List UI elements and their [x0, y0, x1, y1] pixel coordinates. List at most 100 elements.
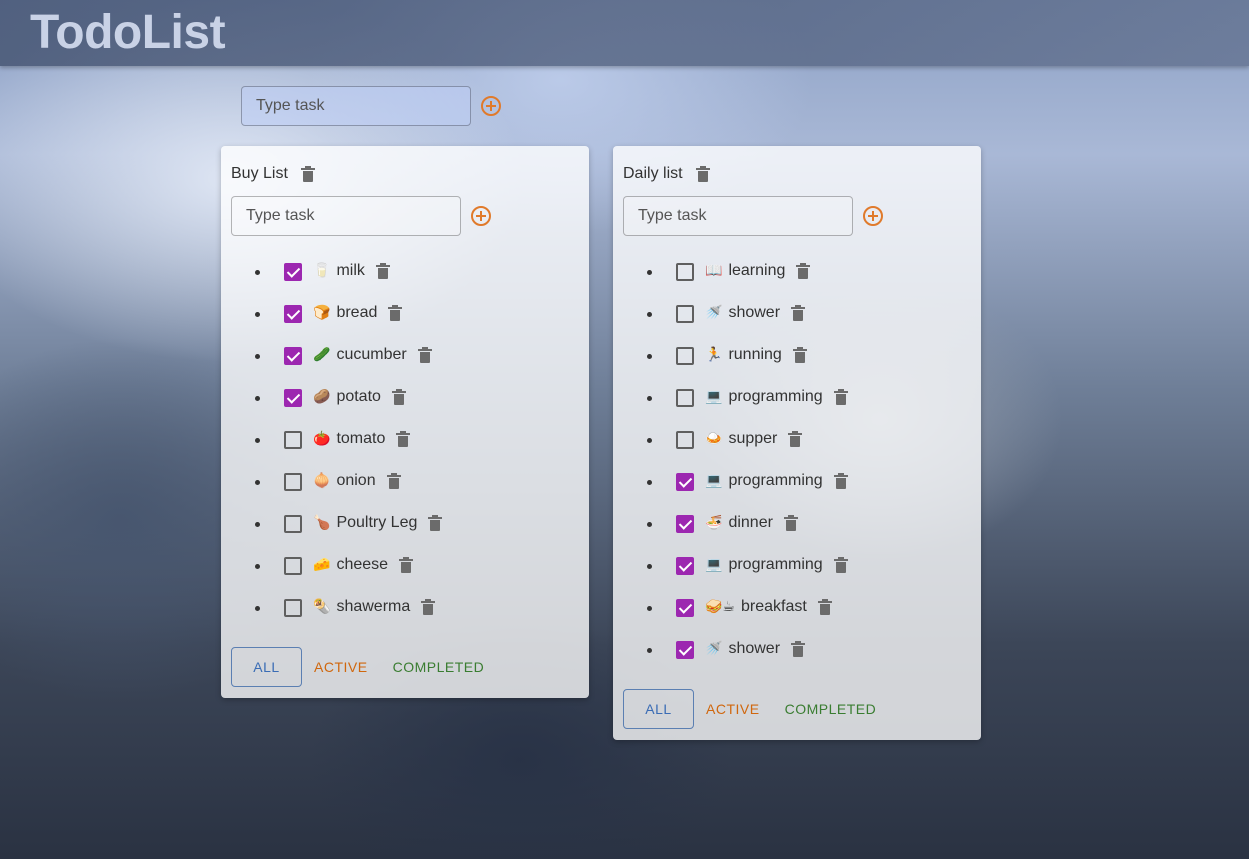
add-list-icon[interactable] [481, 96, 501, 116]
add-task-icon[interactable] [863, 206, 883, 226]
task-checkbox[interactable] [676, 389, 694, 407]
delete-list-icon[interactable] [301, 166, 315, 182]
task-label: cucumber [336, 346, 407, 363]
task-content: 🏃 running [705, 346, 807, 364]
bullet [647, 312, 652, 317]
task-label: tomato [336, 430, 386, 447]
task-checkbox[interactable] [284, 305, 302, 323]
delete-task-icon[interactable] [833, 557, 848, 573]
bullet [255, 438, 260, 443]
task-content: 🍅 tomato [313, 430, 411, 448]
bullet [255, 270, 260, 275]
task-emoji: 🥛 [313, 263, 331, 279]
task-checkbox[interactable] [676, 473, 694, 491]
task-emoji: 🍅 [313, 431, 331, 447]
todolist-card-daily: Daily list 📖 learning 🚿 shower 🏃 running 💻 prog… [613, 146, 981, 740]
delete-task-icon[interactable] [391, 389, 406, 405]
task-label: supper [728, 430, 778, 447]
bullet [647, 438, 652, 443]
task-label: cheese [336, 556, 389, 573]
task-checkbox[interactable] [676, 305, 694, 323]
task-checkbox[interactable] [676, 599, 694, 617]
delete-task-icon[interactable] [388, 305, 403, 321]
delete-task-icon[interactable] [783, 515, 798, 531]
bullet [255, 396, 260, 401]
task-label: breakfast [740, 598, 807, 615]
delete-task-icon[interactable] [417, 347, 432, 363]
task-checkbox[interactable] [284, 473, 302, 491]
task-checkbox[interactable] [676, 263, 694, 281]
task-checkbox[interactable] [284, 431, 302, 449]
todolist-card-buy: Buy List 🥛 milk 🍞 bread 🥒 cucumber 🥔 potato 🍅 tom… [221, 146, 589, 698]
delete-task-icon[interactable] [833, 389, 848, 405]
task-label: bread [336, 304, 378, 321]
task-checkbox[interactable] [676, 431, 694, 449]
task-emoji: 🧀 [313, 557, 331, 573]
delete-task-icon[interactable] [375, 263, 390, 279]
task-input[interactable] [231, 196, 461, 236]
bullet [255, 480, 260, 485]
delete-task-icon[interactable] [386, 473, 401, 489]
task-emoji: 🍜 [705, 515, 723, 531]
delete-task-icon[interactable] [421, 599, 436, 615]
task-label: shower [728, 304, 781, 321]
task-content: 📖 learning [705, 262, 811, 280]
task-label: dinner [728, 514, 773, 531]
filter-active-button[interactable]: ACTIVE [314, 659, 368, 675]
bullet [255, 564, 260, 569]
bullet [647, 354, 652, 359]
task-content: 💻 programming [705, 472, 848, 490]
task-content: 🚿 shower [705, 640, 806, 658]
delete-task-icon[interactable] [399, 557, 414, 573]
task-content: 🧀 cheese [313, 556, 414, 574]
delete-task-icon[interactable] [788, 431, 803, 447]
task-label: milk [336, 262, 365, 279]
new-list-input[interactable] [241, 86, 471, 126]
delete-task-icon[interactable] [428, 515, 443, 531]
task-checkbox[interactable] [676, 347, 694, 365]
task-content: 🍜 dinner [705, 514, 798, 532]
delete-task-icon[interactable] [791, 305, 806, 321]
bullet [255, 312, 260, 317]
delete-task-icon[interactable] [792, 347, 807, 363]
task-checkbox[interactable] [284, 599, 302, 617]
bullet [647, 522, 652, 527]
task-emoji: 🥔 [313, 389, 331, 405]
task-checkbox[interactable] [284, 347, 302, 365]
task-checkbox[interactable] [676, 557, 694, 575]
task-content: 🥔 potato [313, 388, 406, 406]
task-checkbox[interactable] [284, 515, 302, 533]
task-input[interactable] [623, 196, 853, 236]
task-checkbox[interactable] [284, 263, 302, 281]
task-checkbox[interactable] [676, 515, 694, 533]
task-content: 🍞 bread [313, 304, 403, 322]
task-content: 🌯 shawerma [313, 598, 436, 616]
add-task-icon[interactable] [471, 206, 491, 226]
task-emoji: 💻 [705, 557, 723, 573]
bullet [647, 396, 652, 401]
filter-all-button[interactable]: ALL [623, 689, 694, 729]
task-content: 🍛 supper [705, 430, 803, 448]
filter-completed-button[interactable]: COMPLETED [393, 659, 485, 675]
task-checkbox[interactable] [284, 557, 302, 575]
delete-task-icon[interactable] [796, 263, 811, 279]
task-checkbox[interactable] [284, 389, 302, 407]
task-emoji: 💻 [705, 389, 723, 405]
task-content: 💻 programming [705, 556, 848, 574]
delete-task-icon[interactable] [833, 473, 848, 489]
delete-task-icon[interactable] [396, 431, 411, 447]
filter-completed-button[interactable]: COMPLETED [785, 701, 877, 717]
app-header: TodoList [0, 0, 1249, 66]
filter-all-button[interactable]: ALL [231, 647, 302, 687]
delete-list-icon[interactable] [696, 166, 710, 182]
list-title: Buy List [231, 165, 288, 182]
bullet [647, 648, 652, 653]
task-emoji: 🏃 [705, 347, 723, 363]
delete-task-icon[interactable] [791, 641, 806, 657]
delete-task-icon[interactable] [817, 599, 832, 615]
filter-active-button[interactable]: ACTIVE [706, 701, 760, 717]
bullet [255, 606, 260, 611]
task-content: 🍗 Poultry Leg [313, 514, 443, 532]
task-label: programming [728, 388, 823, 405]
task-checkbox[interactable] [676, 641, 694, 659]
